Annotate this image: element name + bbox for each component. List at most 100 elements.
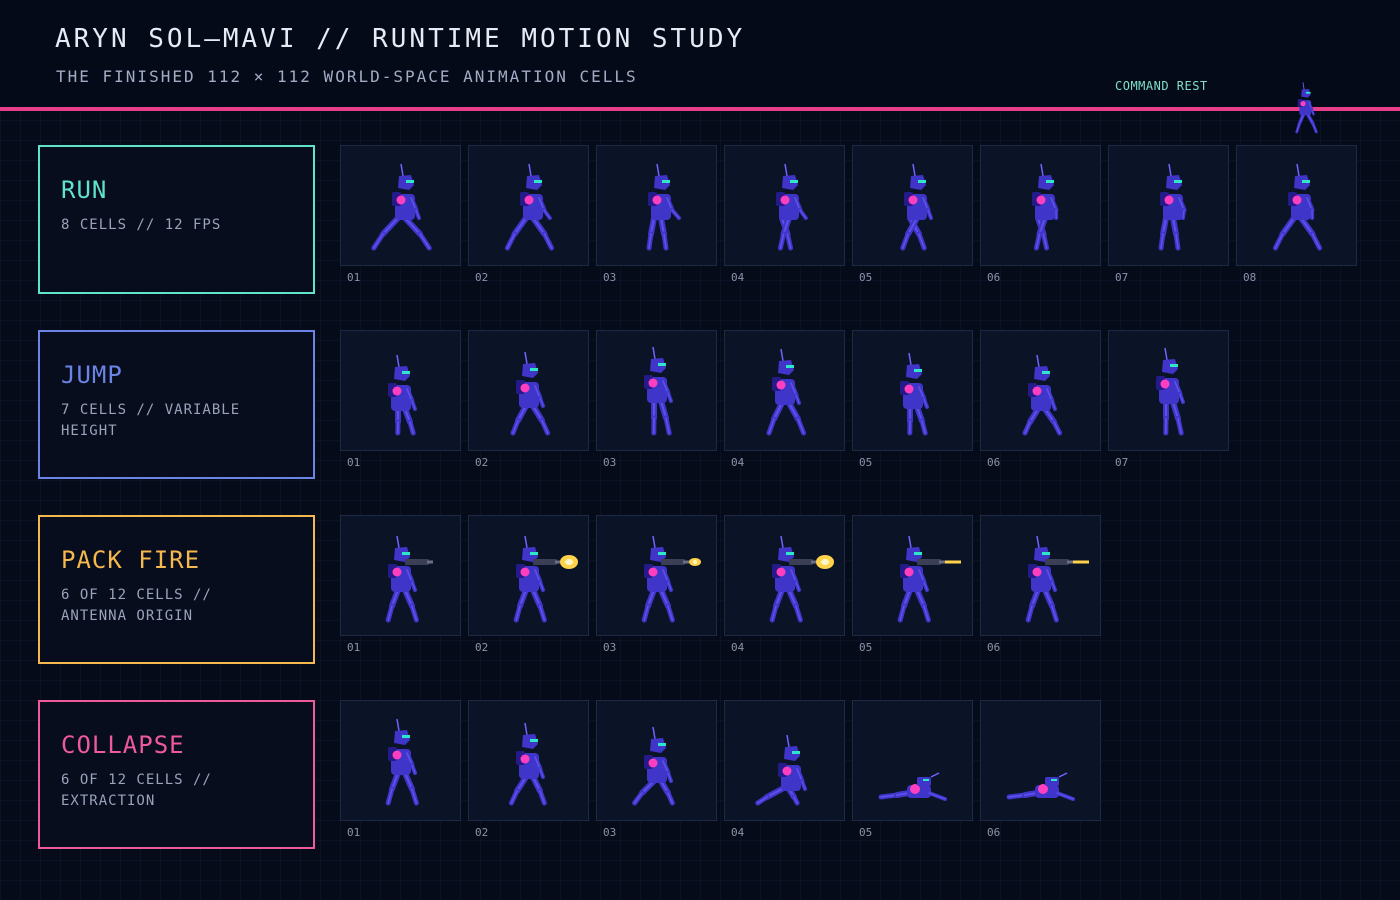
frame-number: 03	[603, 456, 617, 469]
frame-number: 04	[731, 826, 745, 839]
frame-number: 06	[987, 641, 1001, 654]
animation-cell[interactable]	[980, 700, 1101, 821]
frame-number: 05	[859, 456, 873, 469]
robot-sprite-icon	[755, 734, 807, 806]
robot-sprite-icon	[900, 352, 929, 436]
animation-cell[interactable]	[980, 330, 1101, 451]
robot-sprite-icon	[513, 535, 578, 623]
animation-cell[interactable]	[724, 145, 845, 266]
frame-number: 06	[987, 826, 1001, 839]
animation-cell[interactable]	[468, 515, 589, 636]
robot-sprite-icon	[766, 348, 807, 436]
robot-sprite-icon	[641, 535, 701, 623]
animation-cell[interactable]	[340, 330, 461, 451]
robot-sprite-icon	[897, 535, 961, 623]
animation-name: COLLAPSE	[61, 731, 185, 759]
frame-number: 03	[603, 641, 617, 654]
robot-sprite-icon	[1025, 535, 1089, 623]
animation-cell[interactable]	[596, 330, 717, 451]
animation-cell[interactable]	[340, 145, 461, 266]
frame-number: 03	[603, 826, 617, 839]
animation-name: PACK FIRE	[61, 546, 201, 574]
animation-description: 8 CELLS // 12 FPS	[61, 217, 222, 233]
frame-number: 05	[859, 826, 873, 839]
animation-cell[interactable]	[340, 700, 461, 821]
frame-number: 04	[731, 641, 745, 654]
animation-description: 7 CELLS // VARIABLE HEIGHT	[61, 402, 241, 439]
robot-sprite-icon	[1032, 163, 1059, 251]
frame-number: 07	[1115, 456, 1129, 469]
frame-number: 02	[475, 826, 489, 839]
animation-cell[interactable]	[596, 700, 717, 821]
page-title: ARYN SOL—MAVI // RUNTIME MOTION STUDY	[55, 24, 746, 54]
command-rest-label: COMMAND REST	[1115, 79, 1208, 93]
animation-cell[interactable]	[852, 700, 973, 821]
animation-cell[interactable]	[596, 145, 717, 266]
animation-cell[interactable]	[468, 700, 589, 821]
robot-sprite-icon	[1158, 163, 1187, 251]
animation-label-collapse: COLLAPSE 6 OF 12 CELLS // EXTRACTION	[38, 700, 315, 849]
animation-cell[interactable]	[340, 515, 461, 636]
robot-sprite-icon	[510, 351, 551, 436]
frame-number: 04	[731, 271, 745, 284]
animation-cell[interactable]	[1108, 330, 1229, 451]
frame-number: 05	[859, 271, 873, 284]
animation-cell[interactable]	[724, 700, 845, 821]
frame-number: 01	[347, 271, 361, 284]
robot-sprite-icon	[632, 726, 675, 806]
header: ARYN SOL—MAVI // RUNTIME MOTION STUDY TH…	[0, 0, 1400, 108]
robot-sprite-icon	[646, 163, 681, 251]
robot-sprite-icon	[1022, 354, 1063, 436]
animation-cell[interactable]	[724, 330, 845, 451]
robot-sprite-icon	[776, 163, 808, 251]
frame-number: 06	[987, 271, 1001, 284]
robot-sprite-icon	[371, 163, 432, 251]
robot-sprite-icon	[388, 354, 417, 436]
robot-sprite-icon	[1272, 163, 1323, 251]
animation-label-run: RUN 8 CELLS // 12 FPS	[38, 145, 315, 294]
animation-name: RUN	[61, 176, 108, 204]
animation-cell[interactable]	[980, 515, 1101, 636]
frame-number: 04	[731, 456, 745, 469]
robot-sprite-icon	[900, 163, 933, 251]
robot-rest-icon	[1295, 82, 1318, 134]
frame-number: 07	[1115, 271, 1129, 284]
animation-cell[interactable]	[852, 330, 973, 451]
header-divider	[0, 107, 1400, 111]
frame-number: 05	[859, 641, 873, 654]
robot-sprite-icon	[878, 772, 947, 801]
frame-number: 02	[475, 456, 489, 469]
animation-cell[interactable]	[1108, 145, 1229, 266]
animation-cell[interactable]	[468, 145, 589, 266]
robot-sprite-icon	[1006, 772, 1075, 801]
animation-label-fire: PACK FIRE 6 OF 12 CELLS // ANTENNA ORIGIN	[38, 515, 315, 664]
frame-number: 01	[347, 456, 361, 469]
animation-cell[interactable]	[852, 515, 973, 636]
animation-description: 6 OF 12 CELLS // EXTRACTION	[61, 772, 212, 809]
animation-label-jump: JUMP 7 CELLS // VARIABLE HEIGHT	[38, 330, 315, 479]
robot-sprite-icon	[504, 163, 555, 251]
robot-sprite-icon	[508, 722, 547, 806]
frame-number: 03	[603, 271, 617, 284]
frame-number: 01	[347, 826, 361, 839]
animation-cell[interactable]	[1236, 145, 1357, 266]
animation-cell[interactable]	[724, 515, 845, 636]
page-subtitle: THE FINISHED 112 × 112 WORLD-SPACE ANIMA…	[56, 67, 638, 86]
animation-cell[interactable]	[596, 515, 717, 636]
robot-sprite-icon	[385, 718, 419, 806]
rest-robot-icon	[1270, 24, 1340, 136]
animation-cell[interactable]	[980, 145, 1101, 266]
animation-description: 6 OF 12 CELLS // ANTENNA ORIGIN	[61, 587, 212, 624]
frame-number: 02	[475, 271, 489, 284]
animation-name: JUMP	[61, 361, 123, 389]
frame-number: 06	[987, 456, 1001, 469]
robot-sprite-icon	[1156, 347, 1185, 436]
frame-number: 08	[1243, 271, 1257, 284]
robot-sprite-icon	[385, 535, 433, 623]
frame-number: 01	[347, 641, 361, 654]
robot-sprite-icon	[644, 346, 673, 436]
frame-number: 02	[475, 641, 489, 654]
robot-sprite-icon	[769, 535, 834, 623]
animation-cell[interactable]	[468, 330, 589, 451]
animation-cell[interactable]	[852, 145, 973, 266]
